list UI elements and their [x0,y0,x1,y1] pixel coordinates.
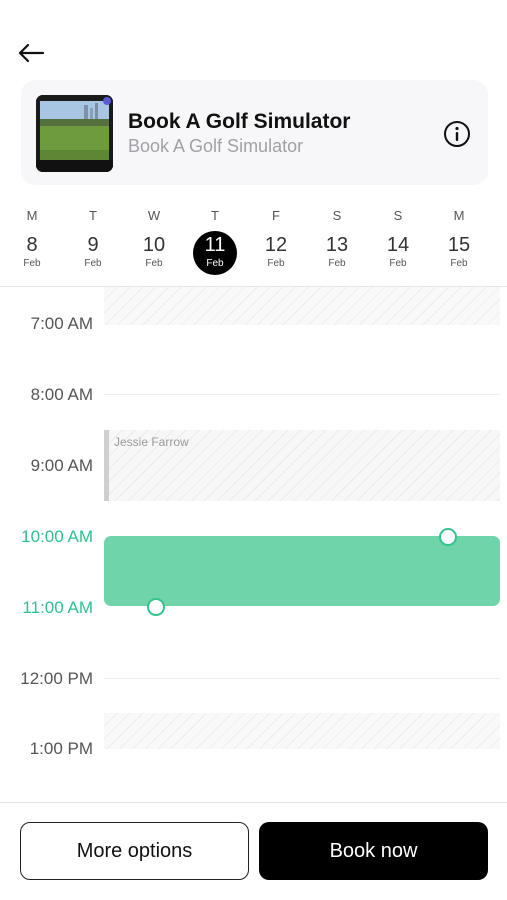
day-item[interactable]: F 12 Feb [251,206,301,286]
date-selector: M 8 Feb T 9 Feb W 10 Feb T 11 Feb F 12 F… [0,206,507,286]
day-item[interactable]: T 9 Feb [68,206,118,286]
day-month: Feb [84,258,102,269]
day-of-week: M [453,208,465,223]
more-options-button[interactable]: More options [20,822,249,880]
day-number: 12 [264,234,288,256]
day-month: Feb [389,258,407,269]
info-button[interactable] [443,120,471,148]
day-month: Feb [145,258,163,269]
hour-label: 8:00 AM [30,385,93,404]
hour-label-selected-end: 11:00 AM [22,598,93,617]
day-number: 9 [87,234,99,256]
book-now-button[interactable]: Book now [259,822,488,880]
day-item[interactable]: M 8 Feb [7,206,57,286]
day-number: 11 [204,234,226,256]
day-item[interactable]: S 14 Feb [373,206,423,286]
day-of-week: S [332,208,342,223]
venue-title: Book A Golf Simulator [128,110,351,133]
back-button[interactable] [14,36,48,70]
day-number: 14 [386,234,410,256]
hour-label-selected-start: 10:00 AM [21,527,93,546]
venue-subtitle: Book A Golf Simulator [128,136,304,156]
unavailable-slot [104,287,500,325]
hour-label: 1:00 PM [29,739,93,758]
day-month: Feb [206,258,224,269]
day-of-week: T [211,208,219,223]
day-of-week: W [147,208,161,223]
selected-time-slot[interactable] [104,536,500,606]
unavailable-slot [104,713,500,749]
day-of-week: M [26,208,38,223]
hour-label: 7:00 AM [30,314,93,333]
day-of-week: S [393,208,403,223]
day-item[interactable]: M 15 Feb [434,206,484,286]
day-item[interactable]: W 10 Feb [129,206,179,286]
hour-gridline [104,678,500,679]
day-number: 15 [447,234,471,256]
existing-booking[interactable]: Jessie Farrow [104,430,500,501]
selection-start-handle[interactable] [147,598,165,616]
day-item-selected[interactable]: T 11 Feb [190,206,240,286]
day-of-week: T [89,208,97,223]
hour-gridline [104,394,500,395]
day-item[interactable]: S 13 Feb [312,206,362,286]
booking-name: Jessie Farrow [114,435,189,449]
day-month: Feb [328,258,346,269]
arrow-left-icon [18,43,45,63]
day-month: Feb [23,258,41,269]
selection-end-handle[interactable] [439,528,457,546]
hour-label: 9:00 AM [30,456,93,475]
day-number: 10 [142,234,166,256]
venue-card: Book A Golf Simulator Book A Golf Simula… [21,80,488,185]
divider [0,802,507,803]
day-number: 13 [325,234,349,256]
venue-thumbnail [36,95,113,172]
day-month: Feb [450,258,468,269]
booking-screen: Book A Golf Simulator Book A Golf Simula… [0,0,507,900]
info-circle-icon [444,121,470,147]
day-of-week: F [272,208,280,223]
day-number: 8 [26,234,38,256]
hour-label: 12:00 PM [20,669,93,688]
day-month: Feb [267,258,285,269]
schedule-timeline[interactable]: 7:00 AM 8:00 AM Jessie Farrow 9:00 AM 10… [0,287,507,801]
